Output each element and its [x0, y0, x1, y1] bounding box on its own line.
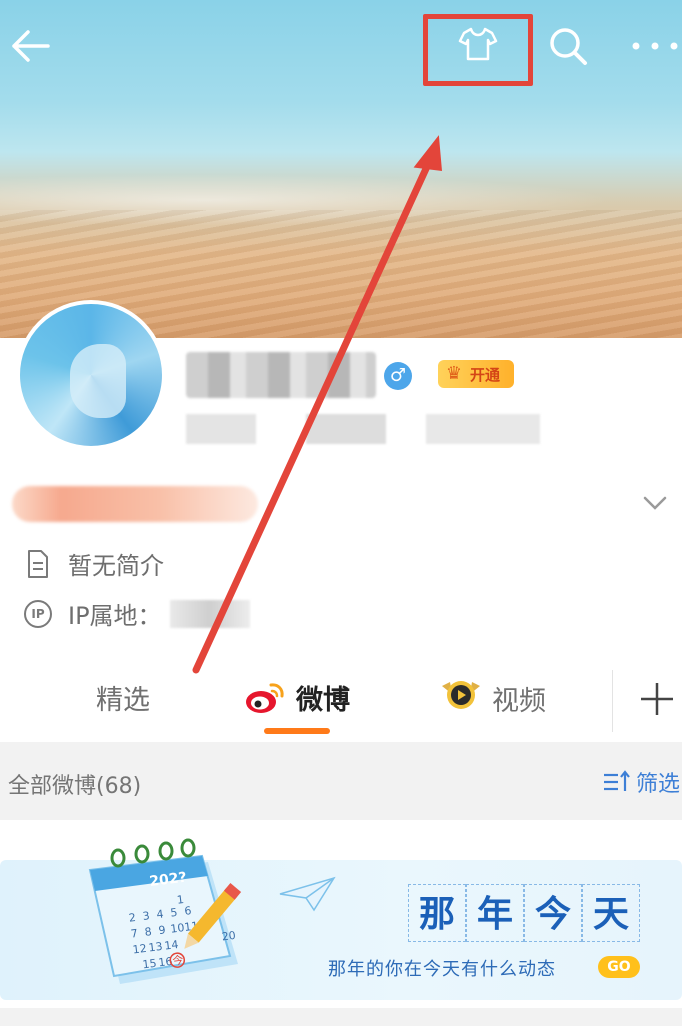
filter-icon [604, 770, 630, 791]
ip-location-icon: IP [24, 599, 52, 628]
search-button[interactable] [544, 22, 592, 70]
weibo-logo-icon [244, 681, 286, 715]
calendar-day: 12 [132, 942, 147, 957]
ip-label: IP属地： [68, 602, 162, 630]
expand-button[interactable] [640, 488, 674, 520]
vip-open-label: 开通 [470, 365, 501, 384]
video-badge-icon [440, 678, 482, 719]
post-count: 全部微博(68) [8, 774, 142, 799]
ip-row: IP IP属地： [24, 596, 250, 631]
calendar-illustration: 202? 1 2 3 4 5 6 7 8 9 10 11 12 13 14 15… [88, 838, 242, 984]
add-tab-button[interactable] [636, 678, 680, 722]
more-button[interactable] [628, 22, 682, 70]
tab-weibo[interactable]: 微博 [244, 678, 350, 717]
filter-label: 筛选 [636, 772, 681, 797]
calendar-today: 今 [171, 952, 184, 967]
content-tabs: 精选 微博 视频 [0, 660, 682, 742]
calendar-day: 15 [142, 957, 157, 972]
bio-row: 暂无简介 [24, 546, 164, 581]
banner-go-button[interactable]: GO [598, 956, 640, 978]
banner-title: 那 年 今 天 [408, 884, 640, 942]
banner-title-char: 今 [524, 884, 582, 942]
calendar-day: 10 [170, 921, 185, 936]
back-button[interactable] [6, 22, 54, 70]
tab-video[interactable]: 视频 [440, 678, 546, 719]
tab-featured[interactable]: 精选 [96, 678, 150, 717]
more-dots-icon [632, 42, 678, 50]
profile-page: ♂ ♛ 开通 暂无简介 IP IP属地： 精选 微博 视频 全部微博(68) 筛… [0, 0, 682, 1026]
document-icon [24, 548, 52, 580]
active-tab-indicator [264, 728, 330, 734]
bio-text: 暂无简介 [68, 552, 164, 580]
banner-title-char: 年 [466, 884, 524, 942]
username-blurred [186, 352, 376, 398]
male-gender-icon: ♂ [384, 362, 412, 390]
arrow-left-icon [12, 30, 50, 62]
bottom-divider [0, 1008, 682, 1026]
tab-featured-label: 精选 [96, 685, 150, 716]
calendar-day: 20 [221, 929, 236, 944]
crown-icon: ♛ [445, 363, 463, 384]
feed-header: 全部微博(68) 筛选 [0, 742, 682, 820]
search-icon [550, 28, 587, 65]
calendar-day: 14 [164, 938, 179, 953]
tab-weibo-label: 微博 [296, 685, 350, 716]
tab-divider [612, 670, 613, 732]
tab-video-label: 视频 [492, 686, 546, 717]
plus-icon [641, 683, 673, 715]
banner-title-char: 那 [408, 884, 466, 942]
highlight-box [423, 14, 533, 86]
banner-subtitle: 那年的你在今天有什么动态 [328, 959, 556, 980]
chevron-down-icon [643, 496, 667, 510]
filter-button[interactable]: 筛选 [602, 766, 680, 798]
avatar[interactable] [16, 300, 166, 450]
calendar-day: 13 [148, 940, 163, 955]
vip-open-button[interactable]: ♛ 开通 [438, 360, 514, 388]
paper-plane-icon [279, 876, 336, 912]
banner-title-char: 天 [582, 884, 640, 942]
follow-stats-blurred[interactable] [186, 414, 540, 444]
user-tag-blurred[interactable] [12, 486, 258, 522]
ip-value-blurred [169, 599, 250, 628]
